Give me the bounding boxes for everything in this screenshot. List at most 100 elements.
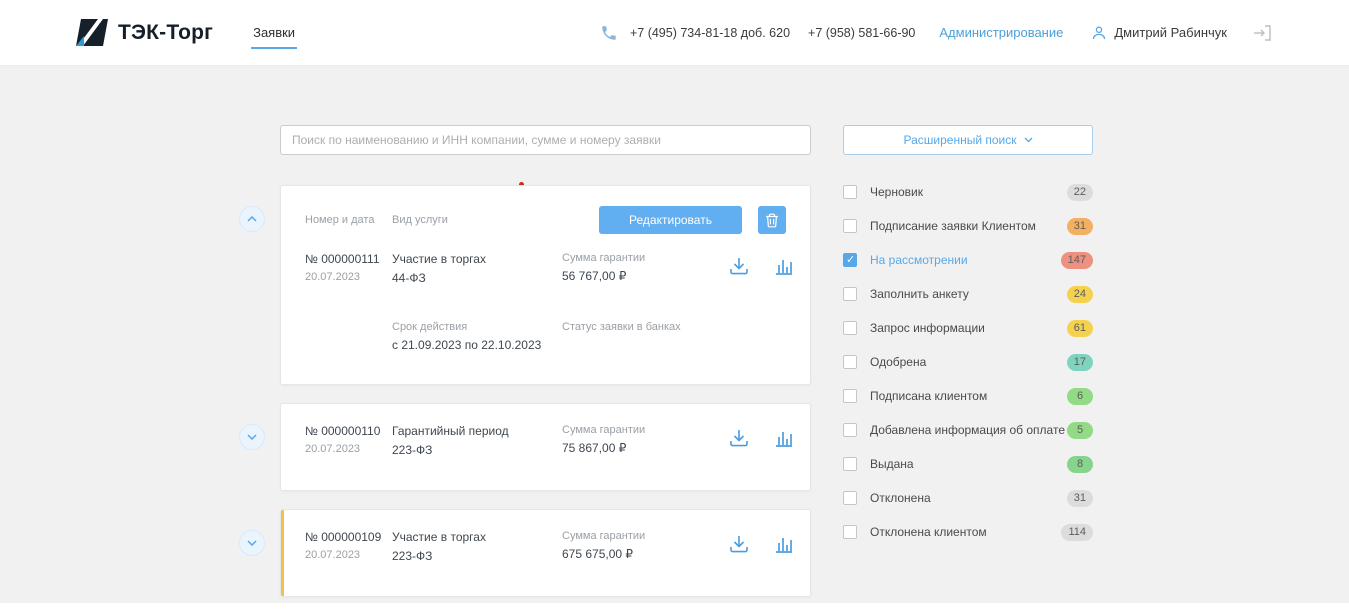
request-number: № 000000109 xyxy=(305,530,382,544)
bank-statuses-button[interactable] xyxy=(774,256,794,276)
filter-fill-questionnaire[interactable]: Заполнить анкету 24 xyxy=(843,277,1093,311)
filter-signed-by-client[interactable]: Подписана клиентом 6 xyxy=(843,379,1093,413)
filter-label: Отклонена xyxy=(870,491,931,505)
request-card: № 000000110 20.07.2023 Гарантийный перио… xyxy=(280,403,811,491)
checkbox[interactable] xyxy=(843,355,857,369)
filters-column: Расширенный поиск Черновик 22 Подписание… xyxy=(843,125,1093,549)
filter-rejected[interactable]: Отклонена 31 xyxy=(843,481,1093,515)
checkbox[interactable] xyxy=(843,389,857,403)
checkbox[interactable] xyxy=(843,185,857,199)
card-accent-stripe xyxy=(281,186,284,384)
filter-issued[interactable]: Выдана 8 xyxy=(843,447,1093,481)
count-badge: 8 xyxy=(1067,455,1093,473)
bar-chart-icon xyxy=(774,534,794,554)
guarantee-sum-label: Сумма гарантии xyxy=(562,252,646,264)
administration-link[interactable]: Администрирование xyxy=(939,25,1063,40)
checkbox[interactable] xyxy=(843,525,857,539)
collapse-card-button[interactable] xyxy=(239,206,265,232)
count-badge: 31 xyxy=(1066,217,1093,235)
checkbox[interactable] xyxy=(843,457,857,471)
card-accent-stripe xyxy=(281,510,284,596)
service-law: 223-ФЗ xyxy=(392,443,433,457)
number-date-label: Номер и дата xyxy=(305,214,375,226)
download-button[interactable] xyxy=(728,256,750,276)
guarantee-sum: 75 867,00 ₽ xyxy=(562,441,627,455)
request-date: 20.07.2023 xyxy=(305,549,361,561)
guarantee-sum: 675 675,00 ₽ xyxy=(562,547,634,561)
checkbox[interactable] xyxy=(843,219,857,233)
request-date: 20.07.2023 xyxy=(305,271,361,283)
request-row: Номер и дата Вид услуги Редактировать № … xyxy=(238,185,811,385)
status-filter-list: Черновик 22 Подписание заявки Клиентом 3… xyxy=(843,175,1093,549)
download-icon xyxy=(728,428,750,448)
chevron-down-icon xyxy=(1024,137,1033,143)
request-number: № 000000111 xyxy=(305,252,380,266)
request-number: № 000000110 xyxy=(305,424,381,438)
filter-label: Заполнить анкету xyxy=(870,287,969,301)
checkbox[interactable] xyxy=(843,423,857,437)
logo[interactable]: ТЭК-Торг xyxy=(76,19,213,46)
delete-button[interactable] xyxy=(758,206,786,234)
logout-icon[interactable] xyxy=(1253,24,1271,41)
advanced-search-button[interactable]: Расширенный поиск xyxy=(843,125,1093,155)
filter-label: Одобрена xyxy=(870,355,927,369)
header: ТЭК-Торг Заявки +7 (495) 734-81-18 доб. … xyxy=(0,0,1349,66)
filter-info-request[interactable]: Запрос информации 61 xyxy=(843,311,1093,345)
bar-chart-icon xyxy=(774,428,794,448)
main-content: Номер и дата Вид услуги Редактировать xyxy=(0,125,1349,615)
count-badge: 24 xyxy=(1066,285,1093,303)
trash-icon xyxy=(765,213,779,228)
service-type: Участие в торгах xyxy=(392,530,486,544)
header-right: +7 (495) 734-81-18 доб. 620 +7 (958) 581… xyxy=(600,24,1271,42)
filter-label: Запрос информации xyxy=(870,321,985,335)
search-row xyxy=(280,125,811,155)
filter-label: Черновик xyxy=(870,185,923,199)
user-name: Дмитрий Рабинчук xyxy=(1114,25,1227,40)
bar-chart-icon xyxy=(774,256,794,276)
checkbox[interactable] xyxy=(843,491,857,505)
checkbox[interactable] xyxy=(843,287,857,301)
filter-label: Подписана клиентом xyxy=(870,389,988,403)
count-badge: 22 xyxy=(1066,183,1093,201)
count-badge: 31 xyxy=(1066,489,1093,507)
edit-button[interactable]: Редактировать xyxy=(599,206,742,234)
guarantee-sum-label: Сумма гарантии xyxy=(562,424,646,436)
count-badge: 61 xyxy=(1066,319,1093,337)
validity-label: Срок действия xyxy=(392,321,468,333)
count-badge: 17 xyxy=(1066,353,1093,371)
download-icon xyxy=(728,534,750,554)
filter-payment-info-added[interactable]: Добавлена информация об оплате 5 xyxy=(843,413,1093,447)
request-cards: Номер и дата Вид услуги Редактировать № … xyxy=(238,182,811,597)
count-badge: 147 xyxy=(1060,251,1093,269)
chevron-up-icon xyxy=(247,216,257,222)
search-input[interactable] xyxy=(280,125,811,155)
card-gutter xyxy=(238,509,280,597)
bank-statuses-button[interactable] xyxy=(774,428,794,448)
filter-rejected-by-client[interactable]: Отклонена клиентом 114 xyxy=(843,515,1093,549)
request-date: 20.07.2023 xyxy=(305,443,361,455)
filter-label: Выдана xyxy=(870,457,914,471)
download-button[interactable] xyxy=(728,428,750,448)
checkbox[interactable] xyxy=(843,253,857,267)
filter-draft[interactable]: Черновик 22 xyxy=(843,175,1093,209)
service-type-label: Вид услуги xyxy=(392,214,448,226)
expand-card-button[interactable] xyxy=(239,530,265,556)
user-menu[interactable]: Дмитрий Рабинчук xyxy=(1091,25,1227,41)
bank-statuses-button[interactable] xyxy=(774,534,794,554)
logo-text: ТЭК-Торг xyxy=(118,20,214,44)
download-button[interactable] xyxy=(728,534,750,554)
logo-icon xyxy=(76,19,108,46)
filter-label: Подписание заявки Клиентом xyxy=(870,219,1036,233)
filter-label: Отклонена клиентом xyxy=(870,525,987,539)
requests-column: Номер и дата Вид услуги Редактировать xyxy=(238,125,811,615)
chevron-down-icon xyxy=(247,540,257,546)
nav-requests-tab[interactable]: Заявки xyxy=(251,18,298,49)
checkbox[interactable] xyxy=(843,321,857,335)
guarantee-sum-label: Сумма гарантии xyxy=(562,530,646,542)
expand-card-button[interactable] xyxy=(239,424,265,450)
filter-under-review[interactable]: На рассмотрении 147 xyxy=(843,243,1093,277)
phone-icon xyxy=(600,24,618,42)
service-law: 44-ФЗ xyxy=(392,271,426,285)
filter-client-signing[interactable]: Подписание заявки Клиентом 31 xyxy=(843,209,1093,243)
filter-approved[interactable]: Одобрена 17 xyxy=(843,345,1093,379)
